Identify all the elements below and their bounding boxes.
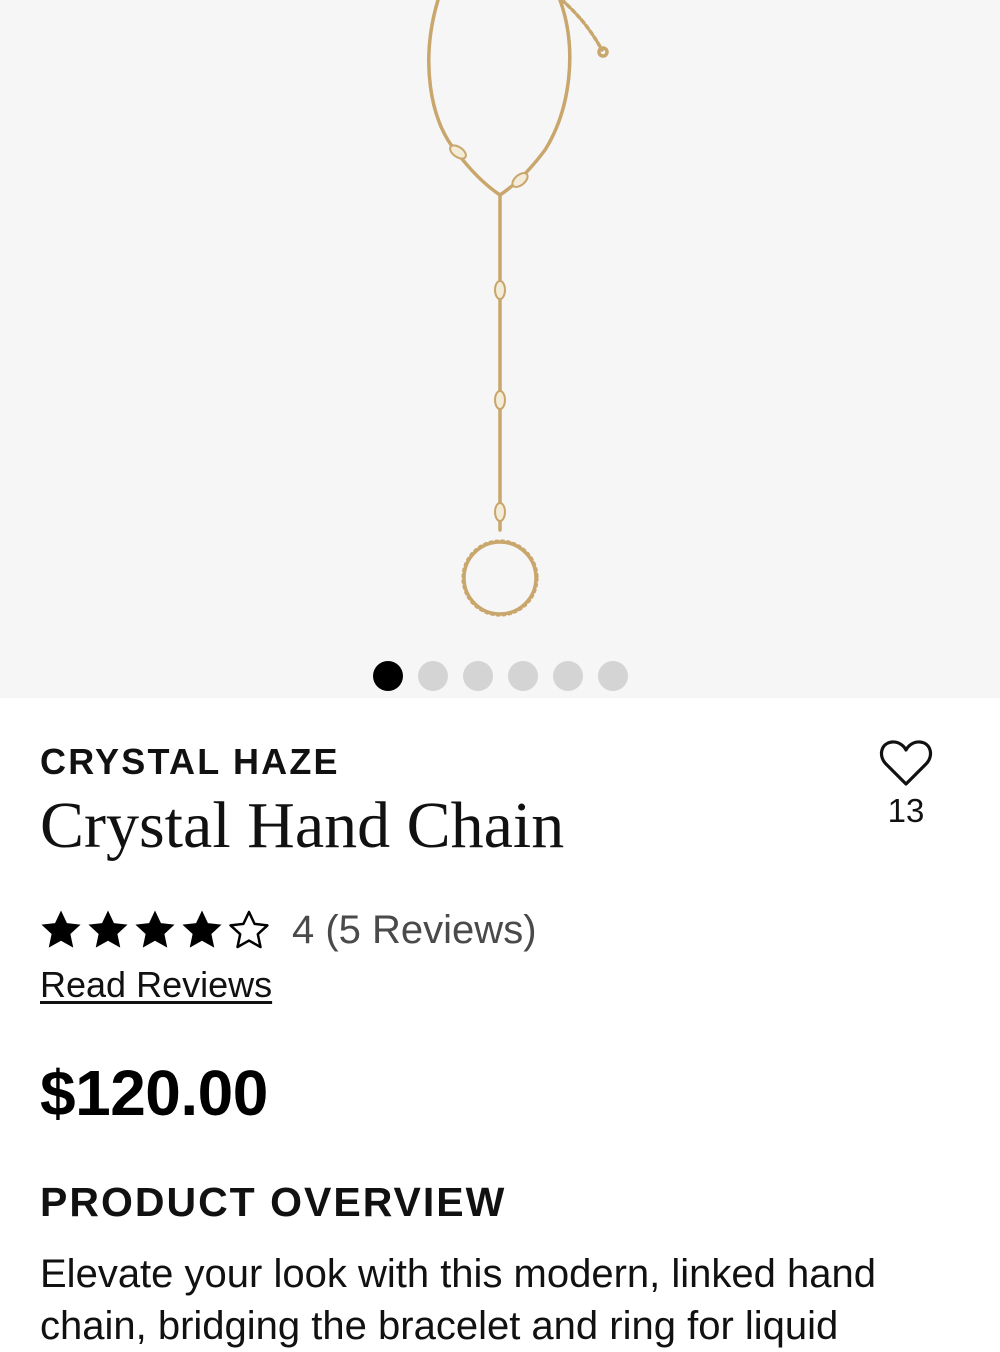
read-reviews-link[interactable]: Read Reviews (40, 964, 272, 1006)
star-filled-icon (182, 910, 222, 948)
star-filled-icon (41, 910, 81, 948)
product-rating: 4 (5 Reviews) (38, 905, 537, 955)
brand-name[interactable]: CRYSTAL HAZE (40, 741, 340, 783)
rating-summary: 4 (5 Reviews) (292, 907, 537, 952)
star-outline-icon (229, 910, 269, 949)
product-image (427, 0, 609, 617)
gallery-pagination (0, 661, 1000, 693)
gallery-dot-4[interactable] (507, 661, 538, 691)
favorite-button[interactable]: 13 (870, 738, 942, 830)
heart-outline-icon[interactable] (879, 738, 933, 788)
overview-heading: PRODUCT OVERVIEW (40, 1179, 507, 1225)
overview-description: Elevate your look with this modern, link… (40, 1252, 877, 1348)
rating-stars (38, 907, 272, 953)
product-price: $120.00 (40, 1057, 268, 1129)
gallery-dot-2[interactable] (417, 661, 448, 691)
star-filled-icon (88, 910, 128, 948)
favorite-count: 13 (887, 792, 925, 829)
gallery-dot-1[interactable] (372, 661, 403, 691)
gallery-dot-6[interactable] (597, 661, 628, 691)
gallery-dot-5[interactable] (552, 661, 583, 691)
star-filled-icon (135, 910, 175, 948)
gallery-dot-3[interactable] (462, 661, 493, 691)
product-image-gallery[interactable] (0, 0, 1000, 698)
product-title: Crystal Hand Chain (40, 789, 565, 862)
